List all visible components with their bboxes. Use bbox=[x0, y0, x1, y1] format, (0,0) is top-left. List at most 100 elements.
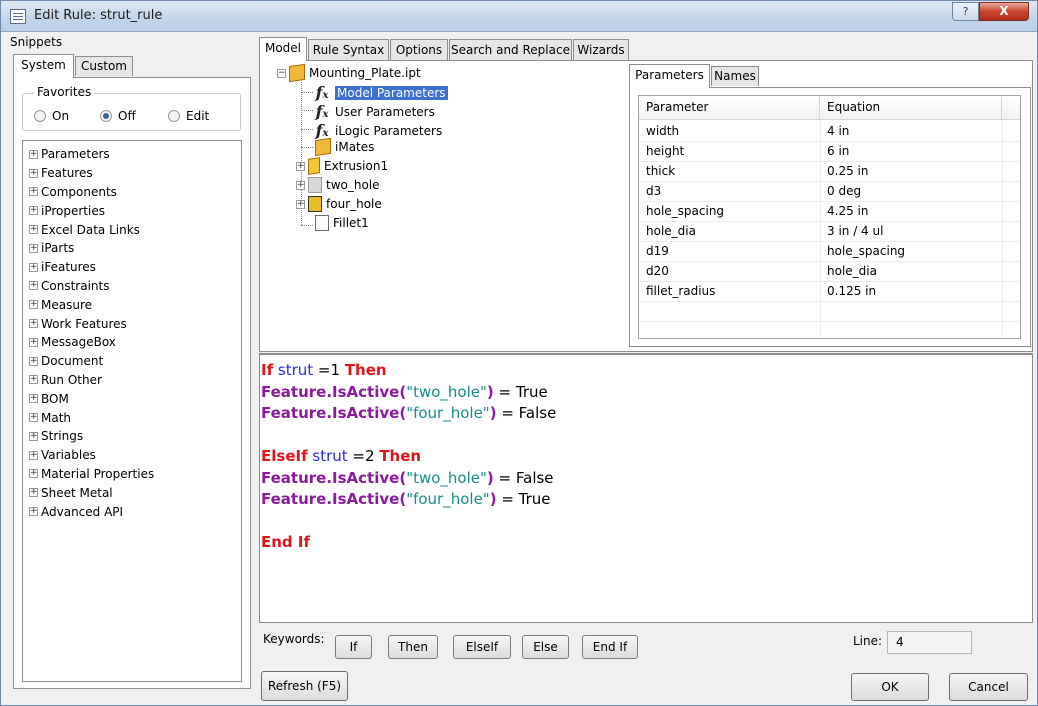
snippet-item[interactable]: + iFeatures bbox=[23, 258, 241, 277]
param-equation[interactable]: hole_spacing bbox=[827, 242, 905, 261]
table-row[interactable]: hole_spacing 4.25 in bbox=[639, 202, 1020, 222]
expand-icon[interactable]: + bbox=[29, 469, 38, 479]
expand-icon[interactable]: + bbox=[29, 300, 38, 310]
parameters-table[interactable]: Parameter Equation width 4 in height 6 in … bbox=[638, 95, 1021, 339]
snippet-item[interactable]: + Excel Data Links bbox=[23, 220, 241, 239]
expand-icon[interactable]: + bbox=[296, 180, 305, 190]
snippet-item[interactable]: + BOM bbox=[23, 389, 241, 408]
keyword-elseif-button[interactable]: ElseIf bbox=[453, 635, 511, 659]
expand-icon[interactable]: + bbox=[29, 149, 38, 159]
tab-custom[interactable]: Custom bbox=[75, 56, 133, 76]
expand-icon[interactable]: + bbox=[29, 375, 38, 385]
snippet-item[interactable]: + Strings bbox=[23, 427, 241, 446]
expand-icon[interactable]: + bbox=[29, 225, 38, 235]
keyword-then-button[interactable]: Then bbox=[388, 635, 438, 659]
tab-names[interactable]: Names bbox=[711, 66, 759, 86]
tree-node-fillet1[interactable]: Fillet1 bbox=[315, 215, 369, 231]
favorites-on-radio[interactable]: On bbox=[34, 109, 69, 123]
param-equation[interactable]: 4.25 in bbox=[827, 202, 868, 221]
param-equation[interactable]: 3 in / 4 ul bbox=[827, 222, 883, 241]
tab-search-and-replace[interactable]: Search and Replace bbox=[449, 39, 572, 60]
expand-icon[interactable]: + bbox=[29, 319, 38, 329]
table-row[interactable]: d3 0 deg bbox=[639, 182, 1020, 202]
favorites-off-radio[interactable]: Off bbox=[100, 109, 136, 123]
tree-root-mounting-plate[interactable]: − Mounting_Plate.ipt bbox=[277, 63, 421, 83]
expand-icon[interactable]: + bbox=[29, 394, 38, 404]
expand-icon[interactable]: + bbox=[29, 281, 38, 291]
snippet-item[interactable]: + Sheet Metal bbox=[23, 483, 241, 502]
expand-icon[interactable]: + bbox=[29, 356, 38, 366]
snippet-item[interactable]: + iParts bbox=[23, 239, 241, 258]
snippet-item[interactable]: + Components bbox=[23, 183, 241, 202]
expand-icon[interactable]: + bbox=[296, 161, 305, 171]
tab-wizards[interactable]: Wizards bbox=[573, 39, 629, 60]
refresh-button[interactable]: Refresh (F5) bbox=[261, 671, 348, 701]
column-header-equation[interactable]: Equation bbox=[820, 96, 1002, 120]
param-equation[interactable]: 0.125 in bbox=[827, 282, 876, 301]
param-equation[interactable]: 0.25 in bbox=[827, 162, 868, 181]
tab-parameters[interactable]: Parameters bbox=[629, 64, 710, 88]
expand-icon[interactable]: + bbox=[29, 187, 38, 197]
param-equation[interactable]: 4 in bbox=[827, 122, 849, 141]
table-row[interactable]: d19 hole_spacing bbox=[639, 242, 1020, 262]
tree-node-user-parameters[interactable]: fx User Parameters bbox=[313, 102, 435, 121]
snippet-item[interactable]: + MessageBox bbox=[23, 333, 241, 352]
expand-icon[interactable]: + bbox=[29, 450, 38, 460]
table-row[interactable]: hole_dia 3 in / 4 ul bbox=[639, 222, 1020, 242]
snippet-item[interactable]: + Measure bbox=[23, 295, 241, 314]
snippet-item[interactable]: + Material Properties bbox=[23, 465, 241, 484]
column-header-parameter[interactable]: Parameter bbox=[639, 96, 820, 120]
tab-rule-syntax[interactable]: Rule Syntax bbox=[308, 39, 389, 60]
snippet-item[interactable]: + iProperties bbox=[23, 201, 241, 220]
cancel-button[interactable]: Cancel bbox=[949, 673, 1028, 701]
table-row[interactable]: d20 hole_dia bbox=[639, 262, 1020, 282]
tree-node-four-hole[interactable]: + four_hole bbox=[296, 196, 382, 212]
snippet-item[interactable]: + Parameters bbox=[23, 145, 241, 164]
expand-icon[interactable]: + bbox=[29, 507, 38, 517]
table-row-empty[interactable] bbox=[639, 302, 1020, 322]
keyword-else-button[interactable]: Else bbox=[522, 635, 569, 659]
snippet-item[interactable]: + Run Other bbox=[23, 371, 241, 390]
expand-icon[interactable]: + bbox=[29, 488, 38, 498]
expand-icon[interactable]: + bbox=[296, 199, 305, 209]
table-row[interactable]: fillet_radius 0.125 in bbox=[639, 282, 1020, 302]
param-equation[interactable]: 6 in bbox=[827, 142, 849, 161]
tab-options[interactable]: Options bbox=[390, 39, 448, 60]
snippet-item[interactable]: + Advanced API bbox=[23, 502, 241, 521]
snippet-item[interactable]: + Document bbox=[23, 352, 241, 371]
param-equation[interactable]: 0 deg bbox=[827, 182, 861, 201]
tree-node-ilogic-parameters[interactable]: fx iLogic Parameters bbox=[313, 121, 443, 140]
keyword-endif-button[interactable]: End If bbox=[582, 635, 638, 659]
snippet-item[interactable]: + Variables bbox=[23, 446, 241, 465]
hole-feature-icon bbox=[308, 196, 322, 212]
tab-system[interactable]: System bbox=[13, 54, 74, 78]
snippet-tree[interactable]: + Parameters + Features + Components + iProp… bbox=[22, 140, 242, 682]
expand-icon[interactable]: + bbox=[29, 262, 38, 272]
keyword-if-button[interactable]: If bbox=[335, 635, 372, 659]
favorites-edit-radio[interactable]: Edit bbox=[168, 109, 209, 123]
snippet-item[interactable]: + Constraints bbox=[23, 277, 241, 296]
tree-node-model-parameters[interactable]: fx Model Parameters bbox=[313, 83, 448, 102]
tab-model[interactable]: Model bbox=[259, 37, 307, 61]
snippet-item[interactable]: + Math bbox=[23, 408, 241, 427]
table-row[interactable]: width 4 in bbox=[639, 122, 1020, 142]
snippet-item[interactable]: + Features bbox=[23, 164, 241, 183]
expand-icon[interactable]: + bbox=[29, 431, 38, 441]
expand-icon[interactable]: + bbox=[29, 243, 38, 253]
expand-icon[interactable]: + bbox=[29, 206, 38, 216]
rule-code-editor[interactable]: If strut =1 Then Feature.IsActive("two_h… bbox=[259, 353, 1033, 623]
expand-icon[interactable]: + bbox=[29, 168, 38, 178]
table-row[interactable]: height 6 in bbox=[639, 142, 1020, 162]
tree-node-two-hole[interactable]: + two_hole bbox=[296, 177, 380, 193]
snippet-item[interactable]: + Work Features bbox=[23, 314, 241, 333]
close-button[interactable]: X bbox=[979, 2, 1029, 21]
collapse-icon[interactable]: − bbox=[277, 68, 286, 78]
param-equation[interactable]: hole_dia bbox=[827, 262, 877, 281]
expand-icon[interactable]: + bbox=[29, 337, 38, 347]
ok-button[interactable]: OK bbox=[851, 673, 929, 701]
help-button[interactable]: ? bbox=[952, 2, 979, 21]
expand-icon[interactable]: + bbox=[29, 413, 38, 423]
tree-node-extrusion1[interactable]: + Extrusion1 bbox=[296, 157, 388, 175]
tree-node-imates[interactable]: iMates bbox=[315, 137, 374, 157]
table-row[interactable]: thick 0.25 in bbox=[639, 162, 1020, 182]
